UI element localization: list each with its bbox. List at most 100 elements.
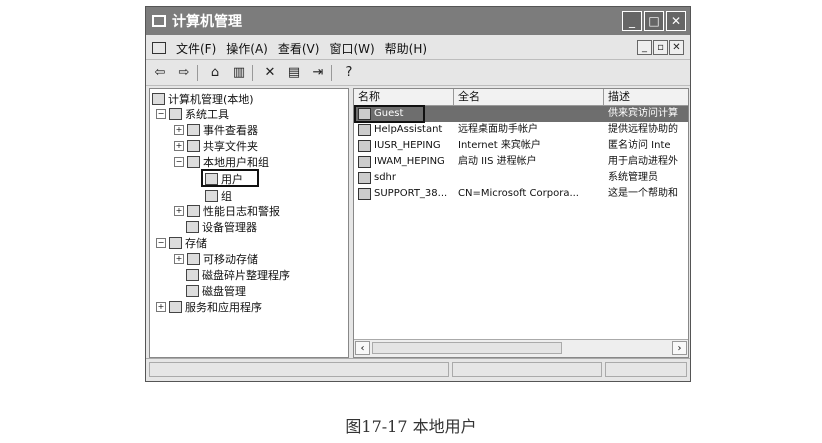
tree-local-users[interactable]: − 本地用户和组 [174, 154, 269, 169]
row-name: HelpAssistant [374, 124, 443, 135]
tree-root-label: 计算机管理(本地) [168, 92, 254, 106]
tree-disk-management[interactable]: 磁盘管理 [186, 283, 246, 298]
menu-action[interactable]: 操作(A) [226, 40, 268, 57]
shared-folder-icon [187, 139, 200, 152]
tree-device-manager[interactable]: 设备管理器 [186, 219, 257, 234]
computer-management-window: 计算机管理 _ □ ✕ 文件(F) 操作(A) 查看(V) 窗口(W) 帮助(H… [145, 6, 691, 382]
forward-arrow-icon[interactable]: ⇨ [174, 64, 194, 82]
back-arrow-icon[interactable]: ⇦ [150, 64, 170, 82]
tree-services-apps[interactable]: + 服务和应用程序 [156, 299, 262, 314]
column-header-fullname[interactable]: 全名 [454, 89, 604, 105]
minimize-button[interactable]: _ [622, 11, 642, 31]
users-list: 名称 全名 描述 Guest 供来宾访问计算 HelpAssistant 远程桌… [353, 88, 689, 358]
row-name: sdhr [374, 172, 397, 183]
expand-icon[interactable]: + [174, 253, 184, 264]
expand-icon[interactable]: + [174, 124, 184, 135]
list-header: 名称 全名 描述 [354, 89, 688, 106]
row-description: 这是一个帮助和 [608, 188, 678, 199]
expand-icon[interactable]: + [174, 140, 184, 151]
window-title: 计算机管理 [172, 14, 242, 30]
row-description: 匿名访问 Inte [608, 140, 671, 151]
toolbar-separator [197, 65, 198, 81]
help-icon[interactable]: ? [339, 64, 359, 82]
row-name: IUSR_HEPING [374, 140, 441, 151]
tree-local-users-label: 本地用户和组 [203, 155, 269, 169]
tree-event-viewer[interactable]: + 事件查看器 [174, 122, 258, 137]
row-fullname: 启动 IIS 进程帐户 [458, 156, 537, 167]
device-manager-icon [186, 220, 199, 233]
menu-view[interactable]: 查看(V) [278, 40, 320, 57]
tree-defrag-label: 磁盘碎片整理程序 [202, 268, 290, 282]
services-icon [169, 300, 182, 313]
scroll-right-icon[interactable]: › [672, 341, 687, 355]
menu-window[interactable]: 窗口(W) [329, 40, 374, 57]
row-description: 用于启动进程外 [608, 156, 678, 167]
computer-management-icon [152, 15, 166, 27]
child-restore-button[interactable]: ▫ [653, 40, 668, 55]
up-folder-icon[interactable]: ⌂ [205, 64, 225, 82]
storage-icon [169, 236, 182, 249]
row-name: SUPPORT_38... [374, 188, 448, 199]
tree-groups[interactable]: 组 [205, 188, 232, 203]
scrollbar-thumb[interactable] [372, 342, 562, 354]
tree-shared-folders[interactable]: + 共享文件夹 [174, 138, 258, 153]
menu-bar: 文件(F) 操作(A) 查看(V) 窗口(W) 帮助(H) _ ▫ ✕ [146, 37, 690, 60]
users-highlight-box [201, 169, 259, 187]
tree-perf-logs-label: 性能日志和警报 [203, 204, 280, 218]
tree-storage-label: 存储 [185, 236, 207, 250]
tree-disk-management-label: 磁盘管理 [202, 284, 246, 298]
delete-icon[interactable]: ✕ [260, 64, 280, 82]
tree-removable-storage[interactable]: + 可移动存储 [174, 251, 258, 266]
close-button[interactable]: ✕ [666, 11, 686, 31]
row-fullname: 远程桌面助手帐户 [458, 124, 538, 135]
list-row[interactable]: IUSR_HEPING Internet 来宾帐户 匿名访问 Inte [354, 138, 688, 154]
column-header-name[interactable]: 名称 [354, 89, 454, 105]
removable-storage-icon [187, 252, 200, 265]
scroll-left-icon[interactable]: ‹ [355, 341, 370, 355]
show-tree-icon[interactable]: ▥ [229, 64, 249, 82]
tree-perf-logs[interactable]: + 性能日志和警报 [174, 203, 280, 218]
collapse-icon[interactable]: − [156, 108, 166, 119]
child-minimize-button[interactable]: _ [637, 40, 652, 55]
horizontal-scrollbar[interactable]: ‹ › [354, 339, 688, 357]
toolbar-separator [331, 65, 332, 81]
disk-management-icon [186, 284, 199, 297]
status-pane [149, 362, 449, 377]
performance-icon [187, 204, 200, 217]
user-icon [358, 172, 371, 184]
list-row[interactable]: SUPPORT_38... CN=Microsoft Corpora... 这是… [354, 186, 688, 202]
maximize-button[interactable]: □ [644, 11, 664, 31]
console-icon[interactable] [152, 42, 166, 54]
expand-icon[interactable]: + [156, 301, 166, 312]
menu-file[interactable]: 文件(F) [176, 40, 216, 57]
child-close-button[interactable]: ✕ [669, 40, 684, 55]
tree-defrag[interactable]: 磁盘碎片整理程序 [186, 267, 290, 282]
export-icon[interactable]: ⇥ [308, 64, 328, 82]
list-row[interactable]: sdhr 系统管理员 [354, 170, 688, 186]
tree-shared-folders-label: 共享文件夹 [203, 139, 258, 153]
console-tree: 计算机管理(本地) − 系统工具 + 事件查看器 + 共享文件夹 − 本地用户和… [149, 88, 349, 358]
column-header-description[interactable]: 描述 [604, 89, 688, 105]
toolbar-separator [252, 65, 253, 81]
tree-storage[interactable]: − 存储 [156, 235, 207, 250]
list-row[interactable]: IWAM_HEPING 启动 IIS 进程帐户 用于启动进程外 [354, 154, 688, 170]
status-bar [146, 358, 690, 381]
tree-root[interactable]: 计算机管理(本地) [152, 91, 254, 106]
user-icon [358, 156, 371, 168]
list-row[interactable]: HelpAssistant 远程桌面助手帐户 提供远程协助的 [354, 122, 688, 138]
row-fullname: Internet 来宾帐户 [458, 140, 541, 151]
menu-help[interactable]: 帮助(H) [385, 40, 427, 57]
collapse-icon[interactable]: − [174, 156, 184, 167]
row-description: 供来宾访问计算 [608, 108, 678, 119]
tree-system-tools[interactable]: − 系统工具 [156, 106, 229, 121]
properties-icon[interactable]: ▤ [284, 64, 304, 82]
row-description: 提供远程协助的 [608, 124, 678, 135]
row-description: 系统管理员 [608, 172, 658, 183]
expand-icon[interactable]: + [174, 205, 184, 216]
collapse-icon[interactable]: − [156, 237, 166, 248]
users-group-icon [187, 155, 200, 168]
status-pane [605, 362, 687, 377]
event-viewer-icon [187, 123, 200, 136]
title-bar[interactable]: 计算机管理 _ □ ✕ [146, 7, 690, 35]
guest-highlight-box [354, 105, 425, 123]
